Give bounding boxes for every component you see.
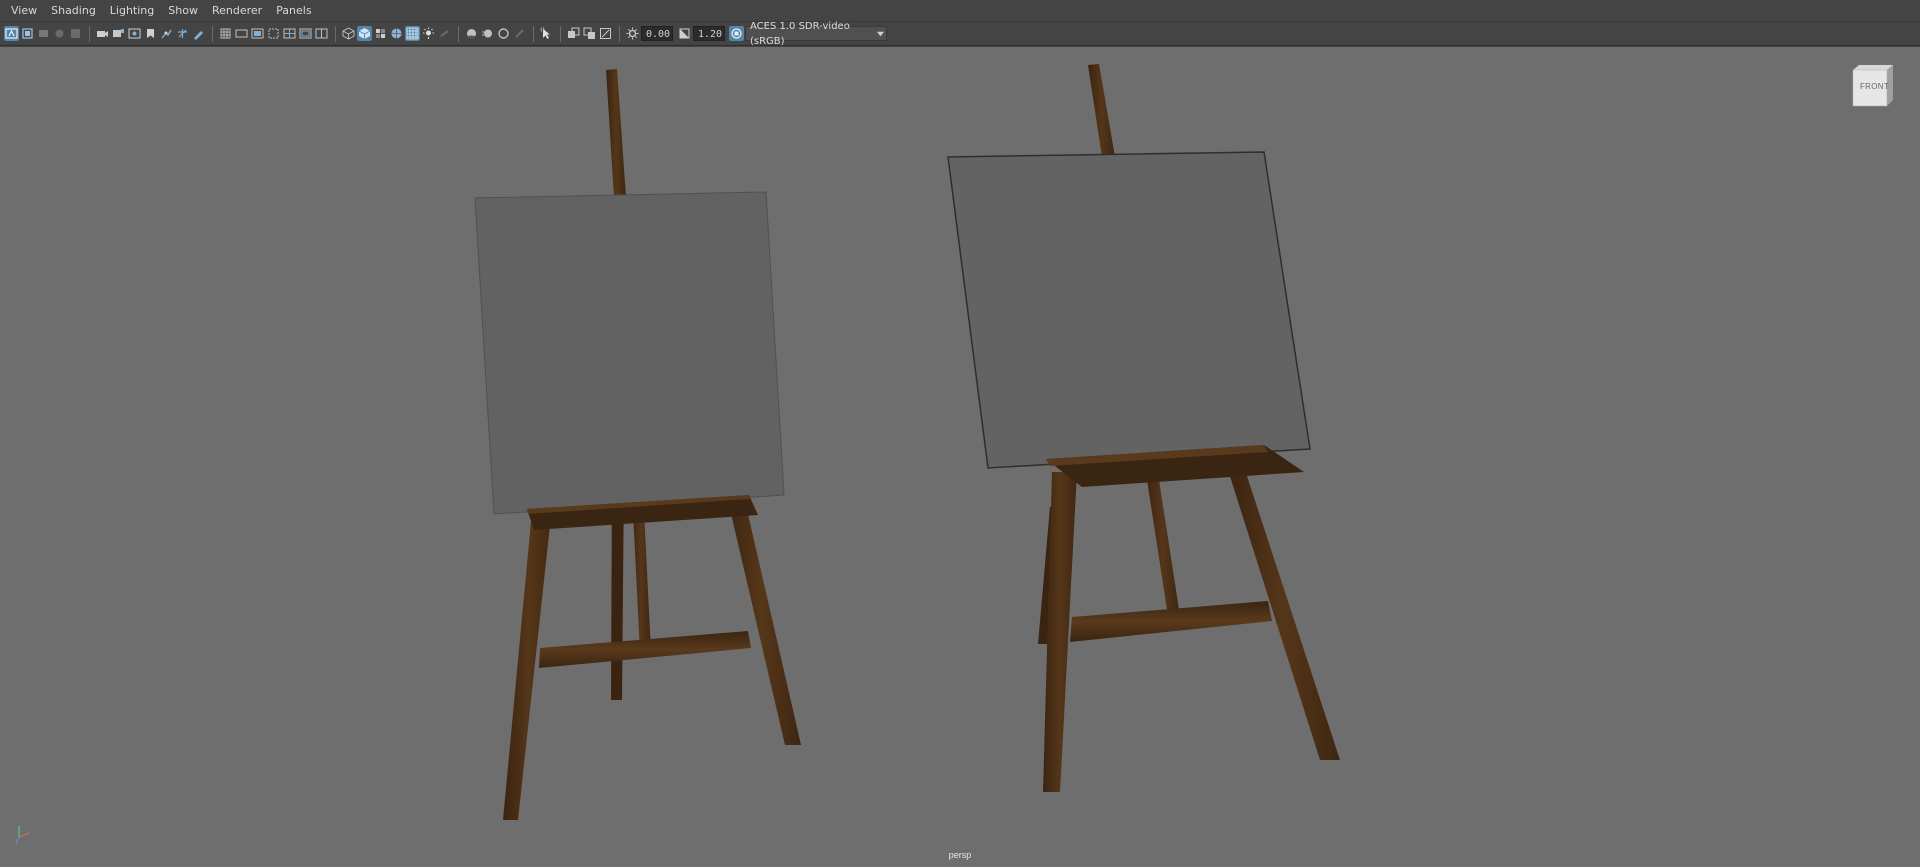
lighting-icon[interactable] [421,26,436,41]
scene-render [15,64,1340,845]
panel-menu-bar: View Shading Lighting Show Renderer Pane… [0,0,1920,22]
safe-title-icon[interactable] [175,26,190,41]
anti-aliasing-icon[interactable] [496,26,511,41]
wireframe-icon[interactable] [341,26,356,41]
menu-shading[interactable]: Shading [44,0,103,22]
field-chart-icon[interactable] [143,26,158,41]
smooth-shade-icon[interactable] [357,26,372,41]
safe-action-icon[interactable] [298,26,313,41]
easel-right[interactable] [947,64,1340,792]
menu-show[interactable]: Show [161,0,205,22]
shadows-icon[interactable] [437,26,452,41]
xray-components-icon[interactable] [598,26,613,41]
textured-icon[interactable] [389,26,404,41]
toolbar-separator [89,25,90,42]
color-management-icon[interactable] [729,26,744,41]
chevron-down-icon [875,27,886,40]
color-space-value: ACES 1.0 SDR-video (sRGB) [750,20,850,47]
color-space-dropdown[interactable]: ACES 1.0 SDR-video (sRGB) [745,21,887,47]
menu-panels[interactable]: Panels [269,0,318,22]
motion-blur-icon[interactable] [480,26,495,41]
exposure-icon[interactable] [625,26,640,41]
ambient-occlusion-icon[interactable] [464,26,479,41]
gate-mask-icon[interactable] [266,26,281,41]
xray-icon[interactable] [566,26,581,41]
gamma-icon[interactable] [677,26,692,41]
toolbar-separator [335,25,336,42]
safe-title-icon[interactable] [314,26,329,41]
film-gate-icon[interactable] [234,26,249,41]
toolbar-separator [212,25,213,42]
resolution-gate-icon[interactable] [250,26,265,41]
gate-mask-icon[interactable] [127,26,142,41]
toolbar-separator [619,25,620,42]
resolution-gate-icon[interactable] [111,26,126,41]
wireframe-on-shaded-icon[interactable] [405,26,420,41]
maya-viewport-panel: View Shading Lighting Show Renderer Pane… [0,0,1920,867]
depth-of-field-icon[interactable] [512,26,527,41]
grid-icon[interactable] [218,26,233,41]
menu-view[interactable]: View [4,0,44,22]
field-chart-icon[interactable] [282,26,297,41]
panel-toolbar: 0.00 1.20 ACES 1.0 SDR-video (sRGB) [0,21,1920,47]
exposure-field[interactable]: 0.00 [641,26,673,41]
safe-action-icon[interactable] [159,26,174,41]
toolbar-separator [560,25,561,42]
gamma-field[interactable]: 1.20 [693,26,725,41]
grid-icon[interactable] [68,26,83,41]
bookmarks-icon[interactable] [36,26,51,41]
toolbar-separator [458,25,459,42]
view-cube-label: FRONT [1860,82,1890,91]
camera-attributes-icon[interactable] [20,26,35,41]
axis-gizmo [15,826,30,845]
film-gate-icon[interactable] [95,26,110,41]
toolbar-separator [533,25,534,42]
isolate-select-icon[interactable] [539,26,554,41]
flat-shade-icon[interactable] [373,26,388,41]
camera-name-label: persp [948,850,972,860]
xray-joints-icon[interactable] [582,26,597,41]
menu-lighting[interactable]: Lighting [103,0,161,22]
perspective-viewport[interactable]: FRONT persp [0,47,1920,867]
easel-left[interactable] [474,69,801,820]
select-camera-icon[interactable] [4,26,19,41]
pencil-icon[interactable] [191,26,206,41]
image-plane-icon[interactable] [52,26,67,41]
menu-renderer[interactable]: Renderer [205,0,269,22]
